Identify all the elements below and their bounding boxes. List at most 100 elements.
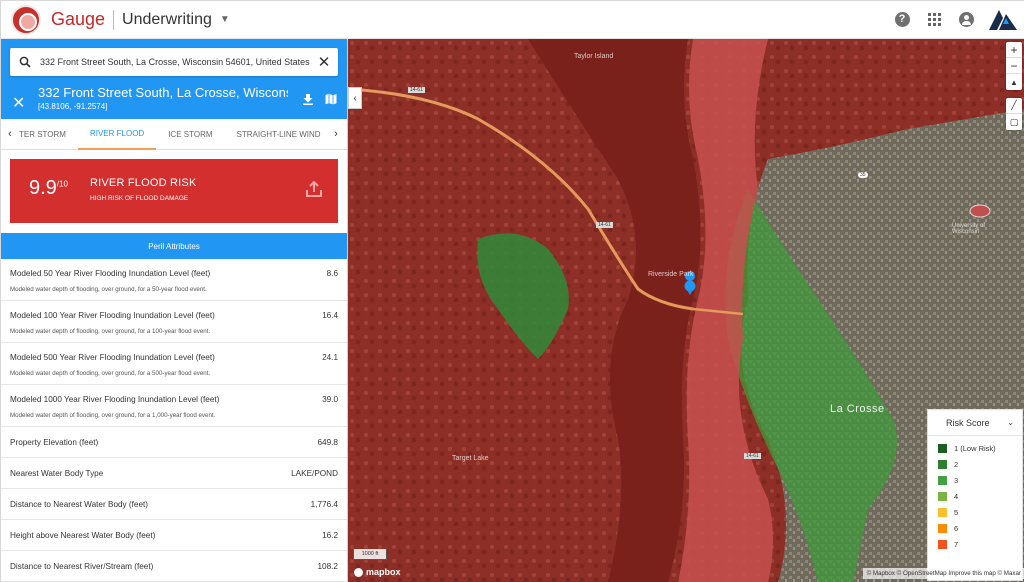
risk-score-legend: Risk Score ⌄ 1 (Low Risk) 2 3 4 5 6 7	[927, 409, 1023, 581]
clear-search-icon[interactable]: ✕	[310, 53, 338, 71]
legend-swatch	[938, 523, 947, 533]
map-view-icon[interactable]	[325, 92, 337, 110]
tabs-right-arrow-icon[interactable]: ›	[327, 128, 345, 140]
legend-label: 1 (Low Risk)	[954, 443, 996, 453]
legend-header[interactable]: Risk Score ⌄	[928, 410, 1022, 436]
legend-swatch	[938, 507, 947, 517]
attribute-row: Modeled 100 Year River Flooding Inundati…	[1, 301, 347, 343]
attribute-description: Modeled water depth of flooding, over gr…	[10, 412, 216, 419]
attribute-label: Modeled 500 Year River Flooding Inundati…	[10, 353, 215, 362]
mapbox-logo[interactable]: mapbox	[354, 567, 401, 577]
top-right-actions: ?	[893, 7, 1017, 31]
draw-line-icon[interactable]: ╱	[1006, 98, 1022, 114]
apps-grid-icon[interactable]	[925, 10, 943, 28]
attribute-row: Modeled 500 Year River Flooding Inundati…	[1, 343, 347, 385]
risk-score-scale: /10	[56, 179, 68, 189]
legend-item: 2	[928, 456, 1022, 472]
location-pin-dot	[684, 280, 696, 292]
map-canvas[interactable]	[348, 39, 1024, 582]
close-location-icon[interactable]: ✕	[12, 93, 25, 113]
legend-item: 5	[928, 504, 1022, 520]
risk-title: RIVER FLOOD RISK	[90, 177, 197, 189]
map-label-island: Taylor Island	[574, 53, 614, 60]
attribute-row: Property Elevation (feet) 649.8	[1, 427, 347, 458]
attribute-label: Nearest Water Body Type	[10, 469, 104, 478]
map-label-university: University of Wisconsin	[952, 223, 986, 235]
search-input[interactable]	[40, 57, 310, 67]
attribute-label: Distance to Nearest Water Body (feet)	[10, 500, 149, 509]
legend-item: 4	[928, 488, 1022, 504]
mapbox-logo-text: mapbox	[366, 567, 401, 577]
header-divider	[113, 9, 115, 30]
university-track	[969, 204, 991, 218]
attribute-label: Property Elevation (feet)	[10, 438, 99, 447]
legend-title: Risk Score	[946, 417, 990, 428]
zoom-controls: + − ▲	[1006, 42, 1022, 90]
legend-label: 5	[954, 507, 959, 517]
attribute-row: Distance to Nearest Water Body (feet) 1,…	[1, 489, 347, 520]
map-scale-bar: 1000 ft	[353, 549, 387, 560]
peril-tabs: ‹ TER STORM RIVER FLOOD ICE STORM STRAIG…	[1, 119, 347, 150]
attribute-row: Nearest Water Body Type LAKE/POND	[1, 458, 347, 489]
attribute-value: 16.2	[322, 531, 338, 540]
location-header: ✕ ✕ 332 Front Street South, La Crosse, W…	[1, 39, 347, 119]
company-logo-icon[interactable]	[989, 7, 1017, 31]
tabs-left-arrow-icon[interactable]: ‹	[1, 128, 19, 140]
legend-swatch	[938, 475, 947, 485]
risk-score-value: 9.9	[29, 177, 57, 199]
zoom-in-button[interactable]: +	[1006, 42, 1022, 58]
tab-river-flood[interactable]: RIVER FLOOD	[77, 119, 157, 150]
download-icon[interactable]	[302, 92, 314, 110]
product-name[interactable]: Underwriting	[122, 11, 212, 29]
attribute-label: Height above Nearest Water Body (feet)	[10, 531, 156, 540]
route-shield: 35	[858, 172, 868, 178]
legend-swatch	[938, 539, 947, 549]
route-shield: 14-61	[596, 222, 613, 228]
attribute-value: LAKE/POND	[291, 469, 338, 478]
attribute-row: Modeled 1000 Year River Flooding Inundat…	[1, 385, 347, 427]
draw-controls: ╱ ▢	[1006, 98, 1022, 130]
location-coordinates: [43.8106, -91.2574]	[38, 102, 108, 111]
collapse-panel-button[interactable]: ‹	[348, 87, 362, 109]
flood-risk-map[interactable]: Taylor Island 14-61 14-61 14-61 35 River…	[348, 39, 1024, 582]
help-icon[interactable]: ?	[893, 10, 911, 28]
tab-winter-storm[interactable]: TER STORM	[19, 119, 78, 150]
legend-swatch	[938, 443, 947, 453]
top-bar: Gauge Underwriting ▼ ?	[1, 1, 1024, 39]
search-box: ✕	[10, 48, 338, 76]
legend-label: 3	[954, 475, 959, 485]
attribute-value: 1,776.4	[310, 500, 338, 509]
map-label-lake: Target Lake	[452, 455, 489, 462]
attribute-description: Modeled water depth of flooding, over gr…	[10, 370, 211, 377]
attribute-row: Height above Nearest Water Body (feet) 1…	[1, 520, 347, 551]
attribute-value: 108.2	[317, 562, 339, 571]
tab-straight-line-wind[interactable]: STRAIGHT-LINE WIND	[225, 119, 333, 150]
tab-ice-storm[interactable]: ICE STORM	[156, 119, 224, 150]
legend-label: 4	[954, 491, 959, 501]
draw-polygon-icon[interactable]: ▢	[1006, 114, 1022, 130]
compass-button[interactable]: ▲	[1006, 74, 1022, 90]
legend-label: 7	[954, 539, 959, 549]
share-icon[interactable]	[304, 179, 324, 204]
zoom-out-button[interactable]: −	[1006, 58, 1022, 74]
attribute-row: Distance to Nearest River/Stream (feet) …	[1, 551, 347, 582]
legend-label: 6	[954, 523, 959, 533]
legend-item: 1 (Low Risk)	[928, 440, 1022, 456]
legend-item: 6	[928, 520, 1022, 536]
attribute-value: 16.4	[322, 311, 338, 320]
mapbox-logo-icon	[354, 567, 363, 577]
attribute-label: Modeled 100 Year River Flooding Inundati…	[10, 311, 215, 320]
attribute-value: 24.1	[322, 353, 338, 362]
product-dropdown-caret-icon[interactable]: ▼	[220, 14, 230, 25]
legend-swatch	[938, 491, 947, 501]
legend-label: 2	[954, 459, 959, 469]
attribute-description: Modeled water depth of flooding, over gr…	[10, 286, 207, 293]
risk-score-card: 9.9/10 RIVER FLOOD RISK HIGH RISK OF FLO…	[10, 159, 338, 223]
map-attribution[interactable]: © Mapbox © OpenStreetMap Improve this ma…	[862, 568, 1024, 579]
attribute-description: Modeled water depth of flooding, over gr…	[10, 328, 211, 335]
route-shield: 14-61	[744, 453, 761, 459]
legend-chevron-down-icon[interactable]: ⌄	[1007, 418, 1014, 427]
gauge-logo-icon[interactable]	[11, 4, 41, 35]
details-panel: ✕ ✕ 332 Front Street South, La Crosse, W…	[1, 39, 348, 582]
account-icon[interactable]	[957, 10, 975, 28]
